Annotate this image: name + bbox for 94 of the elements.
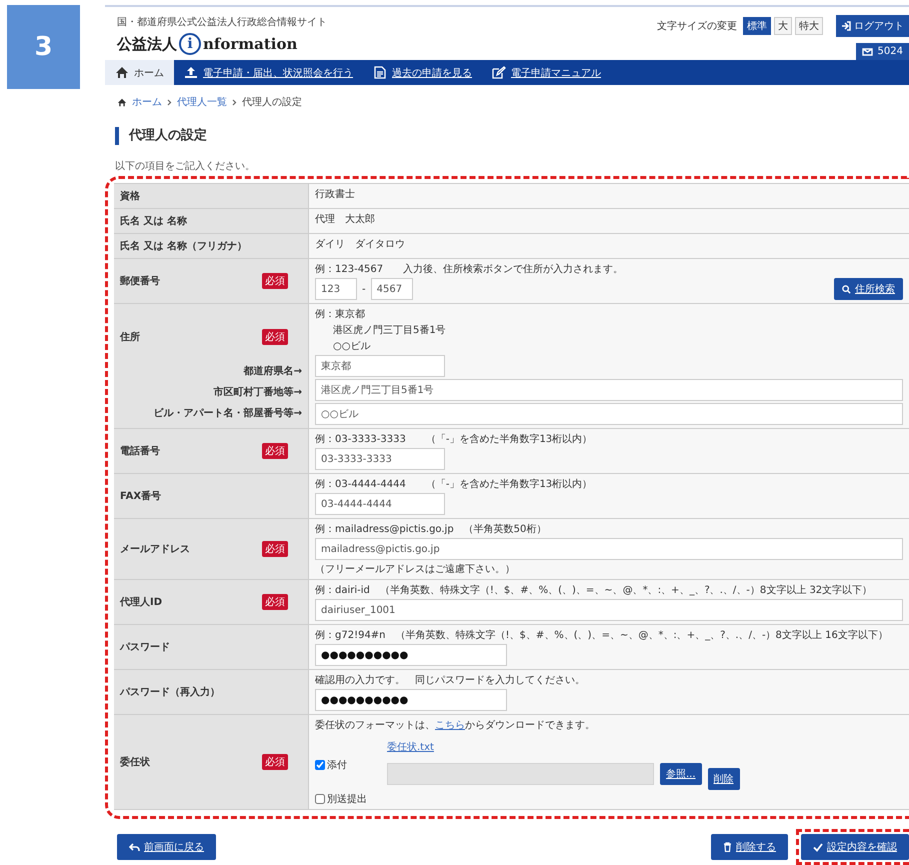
field-sublabel: 市区町村丁番地等→ <box>214 385 302 399</box>
delete-file-button[interactable]: 削除 <box>708 768 740 790</box>
postal-code-field[interactable]: 4567 <box>370 278 413 300</box>
logo-text: 公益法人 <box>117 34 177 54</box>
field-label: 資格 <box>120 190 140 203</box>
hint-text: 例：123-4567 入力後、住所検索ボタンで住所が入力されます。 <box>315 262 624 276</box>
field-sublabel: 都道府県名→ <box>244 364 302 378</box>
nav-tab[interactable]: ホーム <box>105 60 174 85</box>
input-field[interactable]: mailadress@pictis.go.jp <box>315 538 903 560</box>
field-value: 行政書士 <box>315 188 355 201</box>
field-value: ダイリ ダイタロウ <box>315 238 405 251</box>
hint-text: 例：g72!94#n （半角英数、特殊文字（!、$、#、%、(、)、=、~、@、*、:、+、_、?、.、/、-）8文字以上 16文字以下） <box>315 628 888 642</box>
address-field[interactable]: 港区虎ノ門三丁目5番1号 <box>315 379 903 401</box>
field-label: メールアドレス <box>120 543 190 556</box>
trash-icon <box>723 842 732 852</box>
field-label: 氏名 又は 名称 <box>120 214 187 228</box>
field-label: FAX番号 <box>120 490 162 503</box>
input-field[interactable]: 03-4444-4444 <box>315 493 445 515</box>
format-note: 委任状のフォーマットは、こちらからダウンロードできます。 <box>315 718 595 732</box>
font-size-button[interactable]: 大 <box>774 17 792 35</box>
home-icon <box>117 98 127 106</box>
page-title: 代理人の設定 <box>115 127 909 145</box>
pencil-icon <box>492 66 506 79</box>
message-icon <box>862 46 873 56</box>
checkbox-label: 別送提出 <box>327 792 367 806</box>
nav-tab[interactable]: 過去の申請を見る <box>363 60 482 85</box>
hint-text: 確認用の入力です。 同じパスワードを入力してください。 <box>315 674 585 687</box>
field-label: 住所 <box>120 330 140 344</box>
back-button[interactable]: 前画面に戻る <box>117 834 216 860</box>
upload-icon <box>184 66 198 79</box>
required-badge: 必須 <box>262 443 288 459</box>
logo-mark: i <box>179 33 201 55</box>
logo-text: nformation <box>203 35 298 53</box>
font-size-button[interactable]: 特大 <box>795 17 823 35</box>
site-subtitle: 国・都道府県公式公益法人行政総合情報サイト <box>117 16 327 29</box>
input-field[interactable]: dairiuser_1001 <box>315 599 903 621</box>
required-badge: 必須 <box>262 754 288 770</box>
postal-code-field[interactable]: 123 <box>315 278 357 300</box>
hint-text: ○○ビル <box>332 340 370 353</box>
breadcrumb-link[interactable]: 代理人一覧 <box>177 95 227 109</box>
field-label: 郵便番号 <box>120 274 160 288</box>
password-field[interactable]: ●●●●●●●●●● <box>315 689 507 711</box>
address-search-button[interactable]: 住所検索 <box>834 278 903 300</box>
logout-button[interactable]: ログアウト <box>836 15 909 37</box>
file-path-field[interactable] <box>387 763 654 785</box>
field-value: 代理 大太郎 <box>315 212 375 226</box>
nav-tab[interactable]: 電子申請・届出、状況照会を行う <box>174 60 363 85</box>
field-label: 氏名 又は 名称（フリガナ） <box>120 240 247 253</box>
nav-tab[interactable]: 電子申請マニュアル <box>482 60 611 85</box>
hint-text: 例：03-4444-4444 （「-」を含めた半角数字13桁以内） <box>315 478 592 491</box>
checkbox-label: 添付 <box>327 759 347 772</box>
instruction-text: 以下の項目をご記入ください。 <box>115 160 256 173</box>
confirm-button[interactable]: 設定内容を確認 <box>801 834 909 860</box>
logout-icon <box>841 21 851 31</box>
hint-text: 例：03-3333-3333 （「-」を含めた半角数字13桁以内） <box>315 432 592 446</box>
step-badge: 3 <box>7 5 80 89</box>
document-icon <box>373 66 387 79</box>
back-arrow-icon <box>129 842 140 852</box>
browse-button[interactable]: 参照... <box>660 763 702 785</box>
download-link[interactable]: こちら <box>435 720 465 731</box>
file-link[interactable]: 委任状.txt <box>387 740 434 754</box>
field-label: 電話番号 <box>120 444 160 458</box>
field-label: 委任状 <box>120 755 150 769</box>
font-size-label: 文字サイズの変更 <box>657 20 737 33</box>
required-badge: 必須 <box>262 328 288 344</box>
field-label: 代理人ID <box>120 596 162 609</box>
breadcrumb-current: 代理人の設定 <box>242 96 302 109</box>
address-field[interactable]: ○○ビル <box>315 403 903 425</box>
user-tab[interactable]: 5024 <box>856 43 909 60</box>
home-icon <box>115 66 129 79</box>
postal-separator: - <box>362 284 366 294</box>
hint-text: 港区虎ノ門三丁目5番1号 <box>332 324 446 337</box>
breadcrumb-link[interactable]: ホーム <box>132 95 162 109</box>
hint-text: 例：dairi-id （半角英数、特殊文字（!、$、#、%、(、)、=、~、@、*、:、+、_、?、.、/、-）8文字以上 32文字以下） <box>315 584 872 597</box>
check-icon <box>813 842 823 852</box>
field-label: パスワード（再入力） <box>120 686 220 699</box>
required-badge: 必須 <box>262 594 288 610</box>
address-field[interactable]: 東京都 <box>315 355 445 377</box>
separate-submit-checkbox[interactable] <box>315 794 325 804</box>
delete-button[interactable]: 削除する <box>711 834 788 860</box>
note-text: （フリーメールアドレスはご遠慮下さい。） <box>315 562 515 576</box>
chevron-icon <box>167 98 172 106</box>
required-badge: 必須 <box>262 273 288 289</box>
hint-text: 例：mailadress@pictis.go.jp （半角英数50桁） <box>315 522 546 536</box>
hint-text: 例：東京都 <box>315 308 365 321</box>
search-icon <box>842 284 851 294</box>
input-field[interactable]: 03-3333-3333 <box>315 448 445 470</box>
required-badge: 必須 <box>262 541 288 557</box>
font-size-button[interactable]: 標準 <box>743 17 771 35</box>
password-field[interactable]: ●●●●●●●●●● <box>315 644 507 666</box>
field-label: パスワード <box>120 641 170 654</box>
chevron-icon <box>232 98 237 106</box>
attach-checkbox[interactable] <box>315 760 325 770</box>
field-sublabel: ビル・アパート名・部屋番号等→ <box>154 406 302 420</box>
